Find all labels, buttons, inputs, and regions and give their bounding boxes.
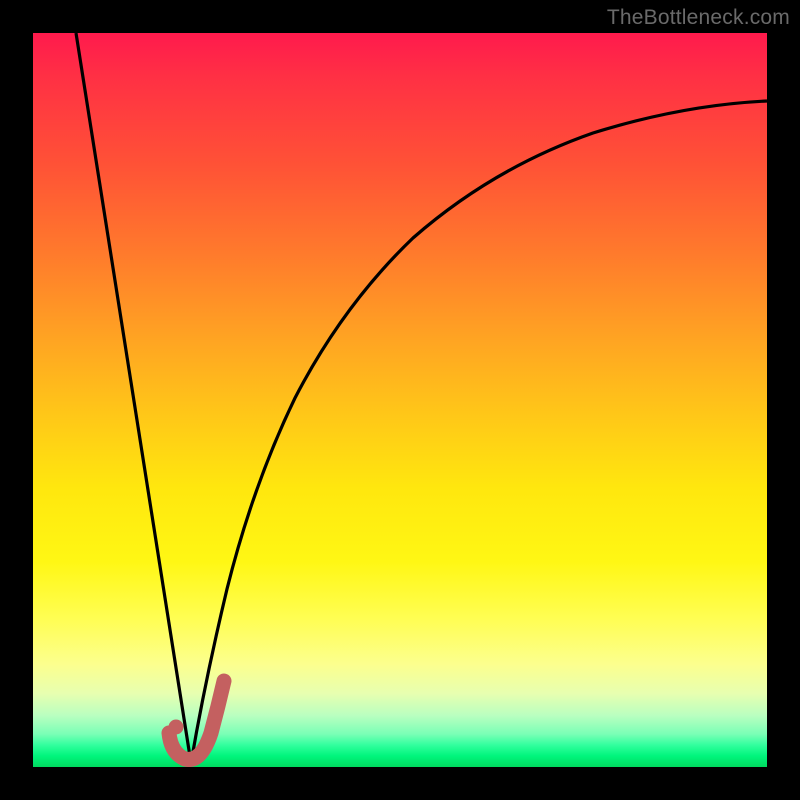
left-descending-line xyxy=(76,33,191,763)
curves-svg xyxy=(33,33,767,767)
black-frame: TheBottleneck.com xyxy=(0,0,800,800)
watermark-text: TheBottleneck.com xyxy=(607,6,790,30)
j-marker-dot xyxy=(169,720,184,735)
plot-area xyxy=(33,33,767,767)
right-ascending-curve xyxy=(191,101,767,763)
